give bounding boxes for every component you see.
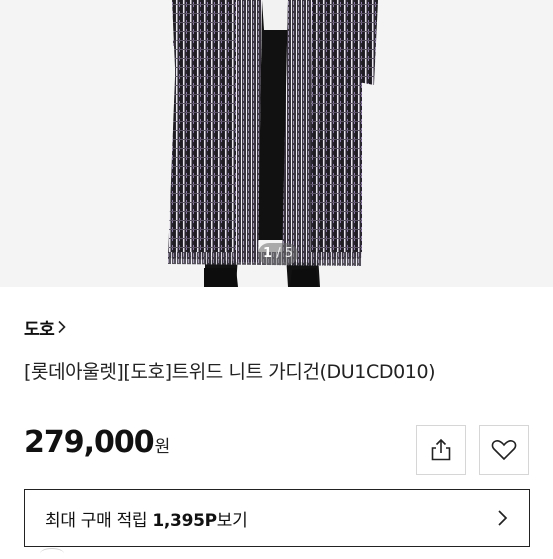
product-image-gallery[interactable]: 1 / 5 [0,0,553,287]
pager-separator: / [276,246,281,261]
pager-current: 1 [263,246,273,261]
points-suffix: 보기 [216,510,248,531]
wishlist-button[interactable] [479,425,529,475]
points-benefit-button[interactable]: 최대 구매 적립 1,395P보기 [24,489,530,547]
share-button[interactable] [416,425,466,475]
points-prefix: 최대 구매 적립 [45,510,153,531]
heart-icon [491,440,517,461]
price-currency: 원 [154,437,171,457]
image-pager: 1 / 5 [258,243,298,265]
points-amount: 1,395P [152,510,217,531]
chevron-right-icon [498,510,508,526]
brand-name: 도호 [24,319,55,340]
product-title: [롯데아울렛][도호]트위드 니트 가디건(DU1CD010) [24,361,436,383]
pager-total: 5 [284,246,293,261]
points-text: 최대 구매 적립 1,395P보기 [45,506,248,531]
brand-link[interactable]: 도호 [24,314,68,340]
product-price: 279,000 [24,425,155,460]
next-section-edge [40,548,64,559]
price-row: 279,000 원 [24,425,170,465]
chevron-right-icon [58,320,66,334]
share-icon [431,438,451,461]
